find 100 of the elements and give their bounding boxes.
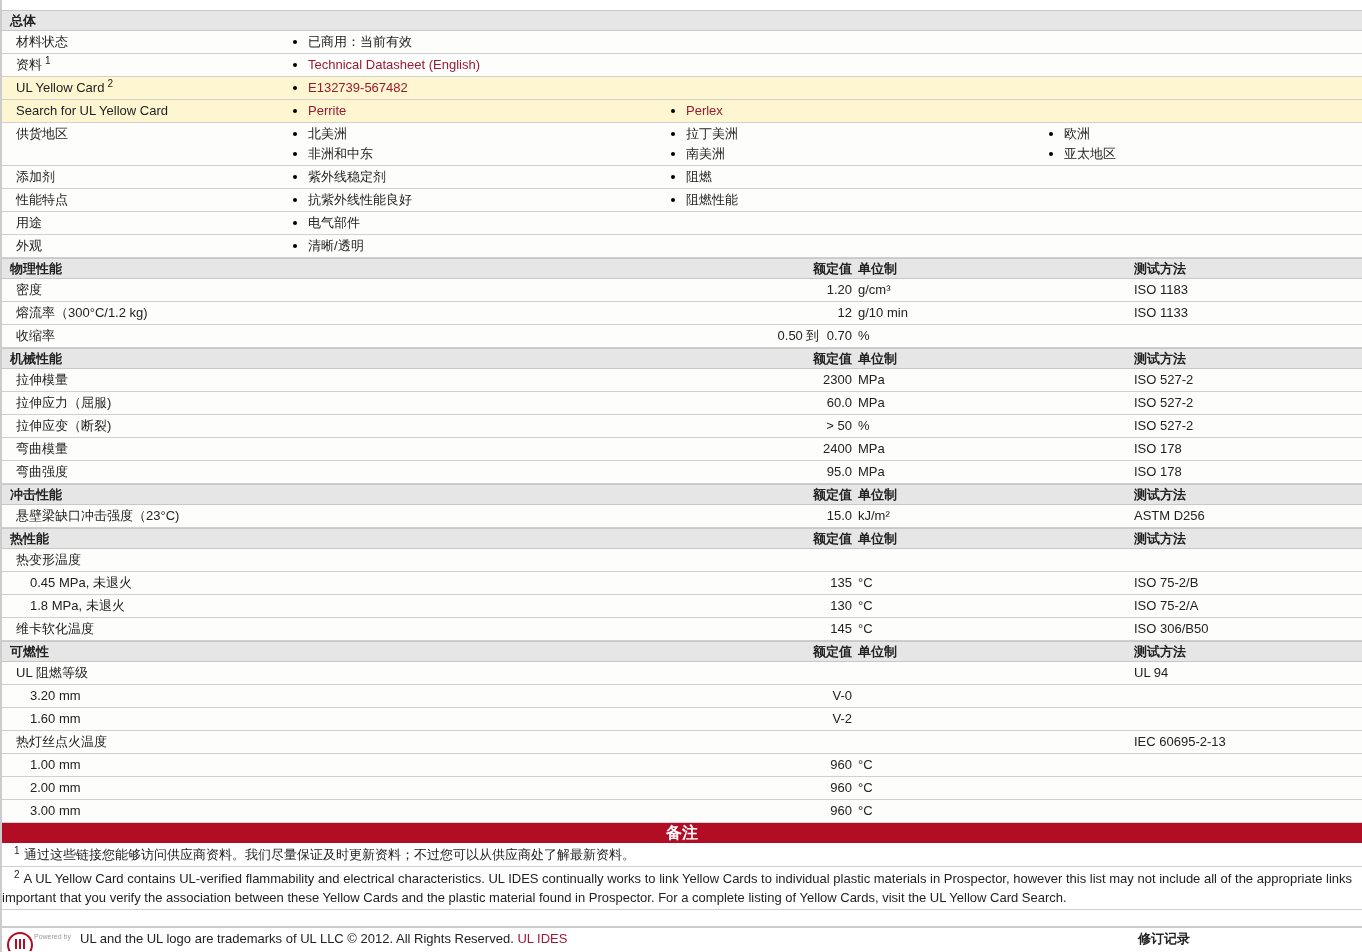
section-title: 可燃性 <box>10 643 49 659</box>
bullet-icon <box>671 198 675 202</box>
link[interactable]: Technical Datasheet (English) <box>308 57 480 73</box>
row-label: 拉伸模量 <box>16 372 68 387</box>
column-header: 测试方法 <box>1134 643 1186 659</box>
row-label: 弯曲强度 <box>16 464 68 479</box>
bullet-icon <box>293 221 297 225</box>
bullet-icon <box>671 109 675 113</box>
bullet-icon <box>671 132 675 136</box>
copyright-text: UL and the UL logo are trademarks of UL LLC © 2012. All Rights Reserved. <box>80 931 515 946</box>
row-label: 拉伸应力（屈服) <box>16 395 112 410</box>
test-method: ISO 306/B50 <box>1134 621 1209 636</box>
section-title: 物理性能 <box>10 260 62 276</box>
row-label: 1.8 MPa, 未退火 <box>30 598 125 613</box>
unit-text: °C <box>858 803 873 818</box>
row-label: 热变形温度 <box>16 552 81 567</box>
link[interactable]: Perrite <box>308 103 347 119</box>
row-label: 材料状态 <box>16 34 68 49</box>
test-method: ISO 1133 <box>1134 305 1188 320</box>
row-label: 弯曲模量 <box>16 441 68 456</box>
row-label: UL 阻燃等级 <box>16 665 88 680</box>
row-label: Search for UL Yellow Card <box>16 103 168 118</box>
value-text: 960 <box>830 780 852 795</box>
column-header: 单位制 <box>858 486 897 502</box>
bullet-icon <box>293 109 297 113</box>
notes-title: 备注 <box>666 825 698 841</box>
bullet-icon <box>293 40 297 44</box>
column-header: 单位制 <box>858 260 897 276</box>
link[interactable]: E132739-567482 <box>308 80 408 96</box>
footnote-text: $^{2}$ A UL Yellow Card contains UL-verified flammability and electrical characteristics. UL IDES continually works to link Yellow Cards to individual plastic materials in Prospector, however this list may not include all of the appropriate links important that you verify the association between these Yellow Cards and the plastic material found in Prospector. For a complete listing of Yellow Cards, visit the UL Yellow Card Search. <box>2 867 1362 910</box>
value-text: 960 <box>830 803 852 818</box>
column-header: 额定值 <box>813 643 852 659</box>
section-title: 机械性能 <box>10 350 62 366</box>
list-item-text: 阻燃性能 <box>686 192 738 208</box>
test-method: ISO 75-2/A <box>1134 598 1199 613</box>
link[interactable]: Perlex <box>686 103 723 119</box>
column-header: 单位制 <box>858 643 897 659</box>
bullet-icon <box>293 132 297 136</box>
bullet-icon <box>1049 132 1053 136</box>
row-label: 外观 <box>16 238 42 253</box>
unit-text: % <box>858 328 870 343</box>
unit-text: g/cm³ <box>858 282 891 297</box>
unit-text: °C <box>858 621 873 636</box>
value-text: 0.50 到 0.70 <box>777 328 852 343</box>
link[interactable]: UL IDES <box>517 931 568 946</box>
list-item-text: 南美洲 <box>686 146 725 162</box>
test-method: ISO 1183 <box>1134 282 1188 297</box>
column-header: 测试方法 <box>1134 260 1186 276</box>
row-label: 热灯丝点火温度 <box>16 734 107 749</box>
bullet-icon <box>293 86 297 90</box>
bullet-icon <box>293 152 297 156</box>
row-label: 密度 <box>16 282 42 297</box>
test-method: ASTM D256 <box>1134 508 1205 523</box>
unit-text: °C <box>858 575 873 590</box>
row-label: 拉伸应变（断裂) <box>16 418 112 433</box>
list-item-text: 电气部件 <box>308 215 360 231</box>
value-text: 12 <box>837 305 852 320</box>
value-text: 2300 <box>823 372 852 387</box>
value-text: V-2 <box>832 711 852 726</box>
column-header: 额定值 <box>813 530 852 546</box>
bullet-icon <box>293 198 297 202</box>
row-label: UL Yellow Card $^{2}$ <box>16 80 113 95</box>
list-item-text: 拉丁美洲 <box>686 126 738 142</box>
row-label: 0.45 MPa, 未退火 <box>30 575 132 590</box>
unit-text: °C <box>858 757 873 772</box>
unit-text: MPa <box>858 395 885 410</box>
row-label: 供货地区 <box>16 126 68 141</box>
list-item-text: 已商用：当前有效 <box>308 34 412 50</box>
list-item-text: 清晰/透明 <box>308 238 364 254</box>
test-method: ISO 178 <box>1134 464 1182 479</box>
value-text: 1.20 <box>826 282 852 297</box>
list-item-text: 阻燃 <box>686 169 712 185</box>
value-text: 135 <box>830 575 852 590</box>
logo-icon <box>6 931 34 951</box>
row-label: 添加剂 <box>16 169 55 184</box>
list-item-text: 欧洲 <box>1064 126 1090 142</box>
section-title: 热性能 <box>10 530 49 546</box>
column-header: 测试方法 <box>1134 530 1186 546</box>
column-header: 测试方法 <box>1134 350 1186 366</box>
row-label: 3.00 mm <box>30 803 81 818</box>
list-item-text: 抗紫外线性能良好 <box>308 192 412 208</box>
value-text: 960 <box>830 757 852 772</box>
unit-text: % <box>858 418 870 433</box>
test-method: ISO 178 <box>1134 441 1182 456</box>
bullet-icon <box>671 152 675 156</box>
value-text: > 50 <box>826 418 852 433</box>
test-method: UL 94 <box>1134 665 1169 680</box>
section-title: 冲击性能 <box>10 486 62 502</box>
row-label: 1.60 mm <box>30 711 81 726</box>
value-text: V-0 <box>832 688 852 703</box>
section-title: 总体 <box>8 12 36 29</box>
row-label: 熔流率（300°C/1.2 kg) <box>16 305 148 320</box>
unit-text: °C <box>858 598 873 613</box>
unit-text: MPa <box>858 372 885 387</box>
bullet-icon <box>1049 152 1053 156</box>
column-header: 额定值 <box>813 260 852 276</box>
column-header: 单位制 <box>858 350 897 366</box>
list-item-text: 紫外线稳定剂 <box>308 169 386 185</box>
bullet-icon <box>293 244 297 248</box>
value-text: 145 <box>830 621 852 636</box>
